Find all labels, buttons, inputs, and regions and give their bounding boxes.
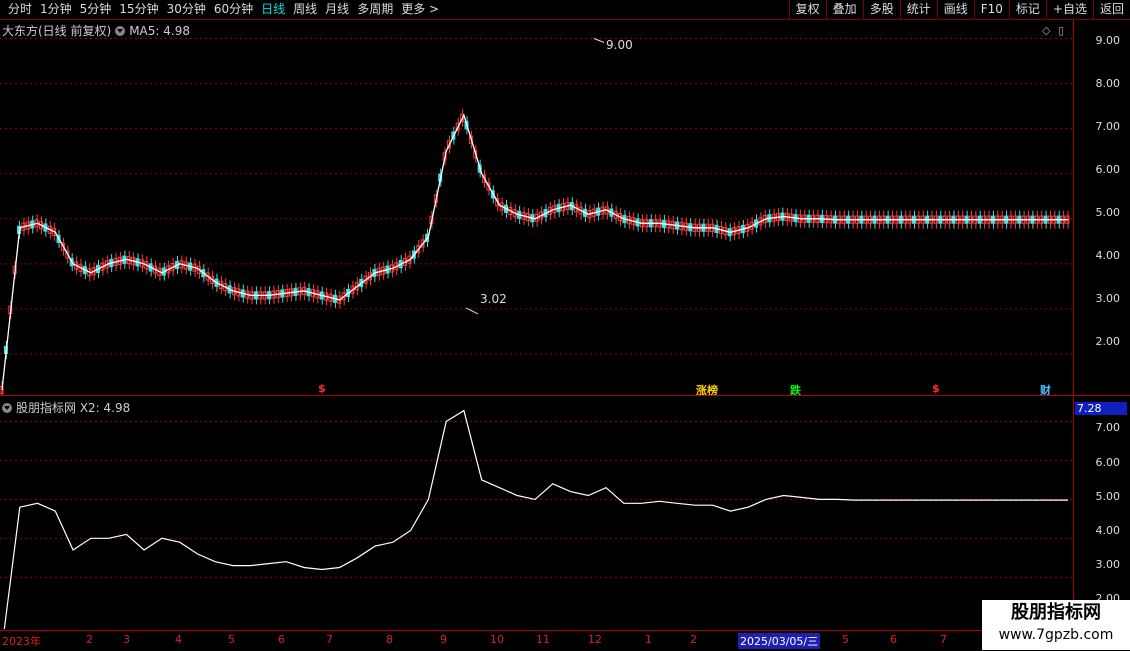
toolbar-button[interactable]: 多股: [862, 0, 900, 19]
date-label: 2025/03/05/三: [738, 633, 821, 649]
toolbar-button[interactable]: 统计: [899, 0, 937, 19]
period-tab[interactable]: 30分钟: [163, 2, 210, 17]
watermark: 股朋指标网 www.7gpzb.com: [982, 600, 1130, 650]
sub-axis-label-3: 3.00: [1095, 558, 1121, 571]
date-label: 9: [440, 633, 447, 646]
period-tab[interactable]: 1分钟: [36, 2, 76, 17]
period-tab[interactable]: 15分钟: [115, 2, 162, 17]
dropdown-icon[interactable]: [115, 25, 126, 36]
axis-label-7: 7.00: [1095, 120, 1121, 133]
date-label: 2: [690, 633, 697, 646]
watermark-url: www.7gpzb.com: [998, 627, 1114, 643]
event-dollar-1[interactable]: $: [318, 382, 326, 395]
period-tab[interactable]: 月线: [321, 2, 353, 17]
sub-axis-label-4: 4.00: [1095, 524, 1121, 537]
sub-panel-title: 股朋指标网 X2: 4.98: [2, 399, 130, 416]
high-marker: 9.00: [606, 38, 633, 52]
ma5-line: [1, 113, 1068, 391]
diamond-icon[interactable]: ◇: [1042, 24, 1050, 37]
date-label: 5: [228, 633, 235, 646]
date-label: 6: [890, 633, 897, 646]
axis-label-5: 5.00: [1095, 206, 1121, 219]
period-tab[interactable]: 60分钟: [210, 2, 257, 17]
date-axis: 2023年 2 3 4 5 6 7 8 9 10 11 12 1 2 2025/03/05/三 5 6 7: [0, 630, 1130, 651]
watermark-title: 股朋指标网: [1011, 602, 1101, 623]
date-label: 2: [86, 633, 93, 646]
toolbar-button[interactable]: 复权: [788, 0, 826, 19]
date-label: 3: [123, 633, 130, 646]
axis-label-2: 2.00: [1095, 335, 1121, 348]
stock-title: 大东方(日线 前复权): [2, 24, 112, 38]
date-label: 12: [588, 633, 602, 646]
high-marker-pointer: [593, 38, 605, 43]
toolbar-button[interactable]: 返回: [1092, 0, 1130, 19]
period-tab[interactable]: 周线: [289, 2, 321, 17]
sub-value-axis: 7.28 7.00 6.00 5.00 4.00 3.00 2.00: [1073, 397, 1130, 630]
date-label: 4: [175, 633, 182, 646]
date-label: 5: [842, 633, 849, 646]
toolbar-button[interactable]: F10: [973, 0, 1009, 19]
main-panel-title: 大东方(日线 前复权) MA5: 4.98: [2, 22, 190, 39]
axis-label-3: 3.00: [1095, 292, 1121, 305]
main-price-axis: 9.00 8.00 7.00 6.00 5.00 4.00 3.00 2.00: [1073, 20, 1130, 395]
axis-label-9: 9.00: [1095, 34, 1121, 47]
kline-panel[interactable]: 大东方(日线 前复权) MA5: 4.98 9.00 3.02 $ 涨榜 跌 $…: [0, 20, 1073, 397]
sub-axis-label-7: 7.00: [1095, 421, 1121, 434]
indicator-title: 股朋指标网 X2: 4.98: [16, 401, 131, 415]
axis-label-8: 8.00: [1095, 77, 1121, 90]
axis-label-4: 4.00: [1095, 249, 1121, 262]
date-label: 8: [386, 633, 393, 646]
dropdown-icon[interactable]: [2, 402, 12, 413]
date-label: 11: [536, 633, 550, 646]
date-label: 10: [490, 633, 504, 646]
date-label: 7: [326, 633, 333, 646]
toolbar: 分时 1分钟 5分钟 15分钟 30分钟 60分钟 日线 周线 月线 多周期 更多 > 复权 叠加 多股…: [0, 0, 1130, 20]
event-dollar-2[interactable]: $: [932, 382, 940, 395]
period-tab[interactable]: 更多 >: [397, 2, 443, 17]
period-tab[interactable]: 日线: [257, 2, 289, 17]
period-tab[interactable]: 分时: [4, 2, 36, 17]
toolbar-button[interactable]: 画线: [936, 0, 974, 19]
period-tab[interactable]: 多周期: [353, 2, 397, 17]
date-label: 1: [645, 633, 652, 646]
x2-line: [3, 409, 1068, 629]
date-label: 6: [278, 633, 285, 646]
sub-axis-label-5: 5.00: [1095, 490, 1121, 503]
toolbar-right-buttons: 复权 叠加 多股 统计 画线 F10 标记 +自选 返回: [788, 0, 1130, 19]
low-marker: 3.02: [480, 292, 507, 306]
settings-icon[interactable]: ▯: [1058, 24, 1064, 37]
kline-chart[interactable]: [0, 20, 1073, 395]
sub-axis-label-6: 6.00: [1095, 456, 1121, 469]
date-label: 2023年: [2, 635, 41, 648]
toolbar-button[interactable]: +自选: [1045, 0, 1093, 19]
panel-divider: [0, 395, 1130, 396]
axis-label-6: 6.00: [1095, 163, 1121, 176]
period-tabs: 分时 1分钟 5分钟 15分钟 30分钟 60分钟 日线 周线 月线 多周期 更多 >: [4, 2, 443, 17]
date-label: 7: [940, 633, 947, 646]
toolbar-button[interactable]: 标记: [1008, 0, 1046, 19]
toolbar-button[interactable]: 叠加: [825, 0, 863, 19]
indicator-chart[interactable]: [0, 397, 1073, 629]
ma5-label: MA5: 4.98: [129, 23, 190, 38]
current-value-box: 7.28: [1075, 402, 1127, 415]
period-tab[interactable]: 5分钟: [76, 2, 116, 17]
indicator-panel[interactable]: 股朋指标网 X2: 4.98: [0, 397, 1073, 629]
